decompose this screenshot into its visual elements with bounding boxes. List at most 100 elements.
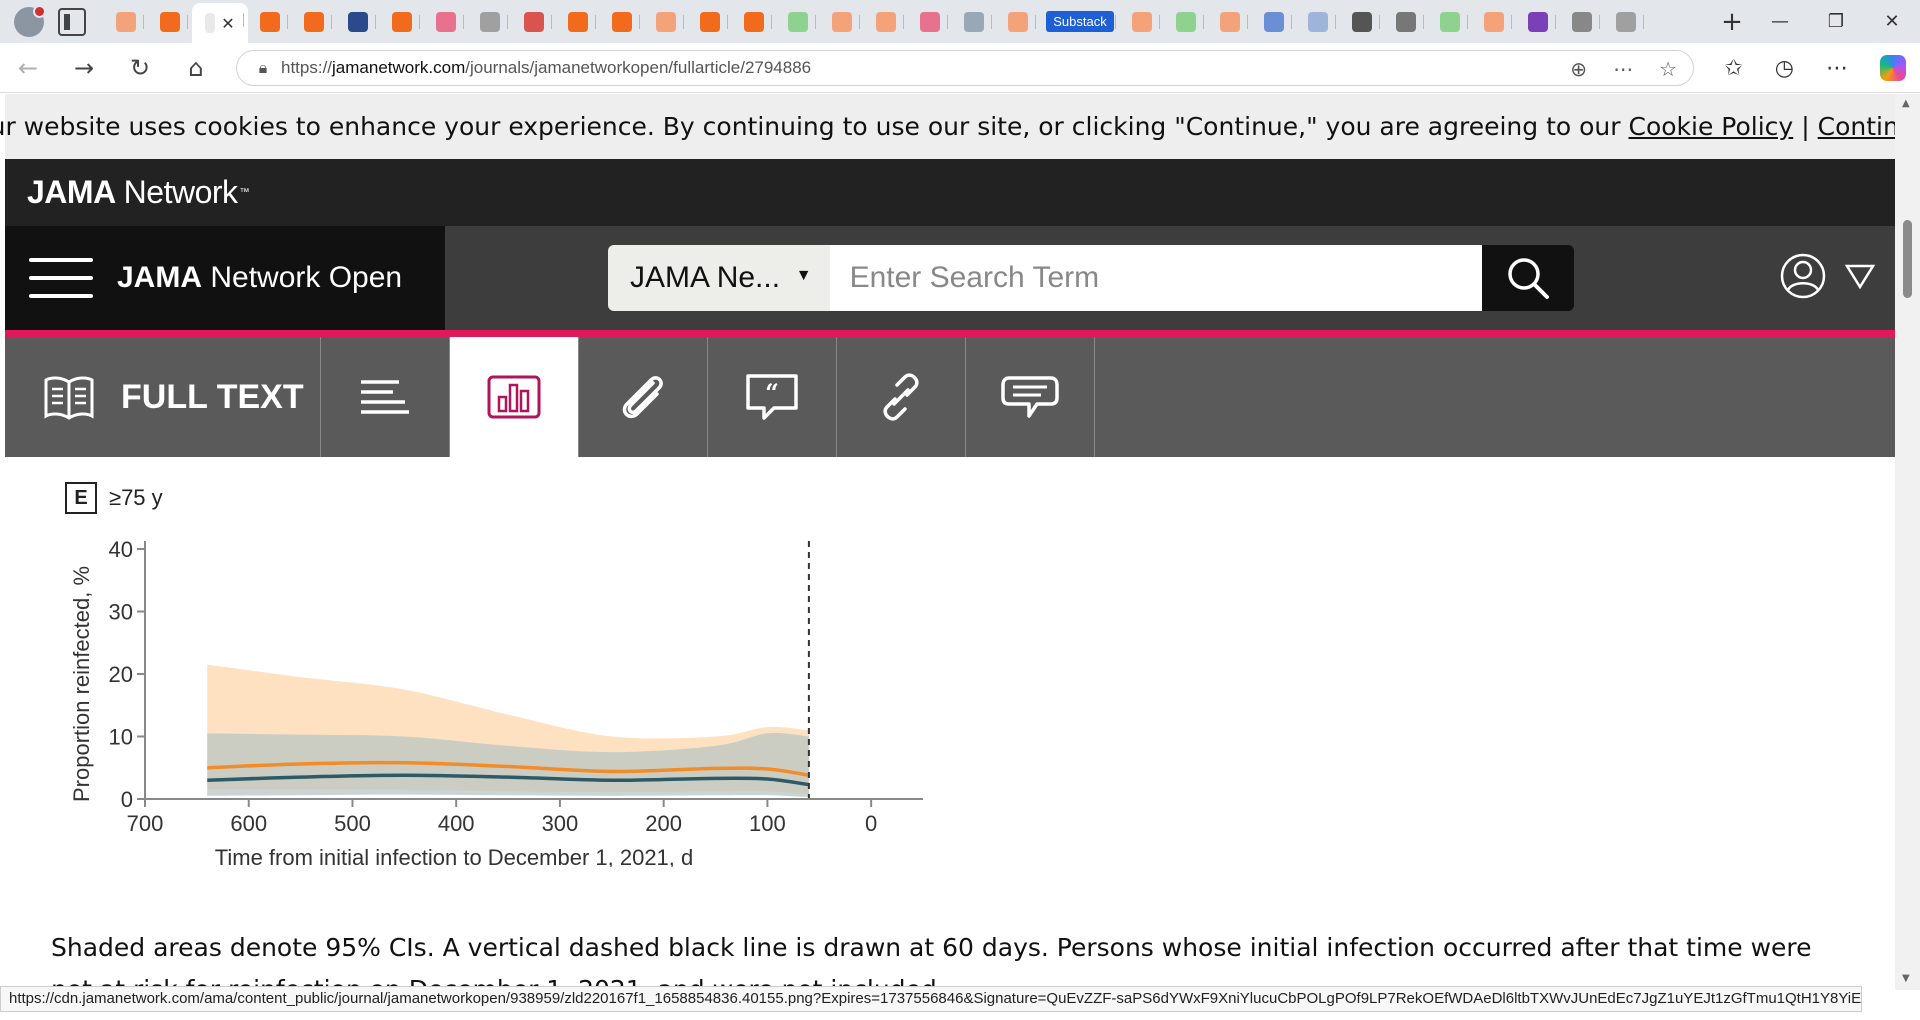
journal-nav: JAMA Network Open [5, 226, 445, 330]
browser-tab[interactable] [644, 5, 688, 39]
tab-favicon-icon [160, 11, 180, 32]
browser-tab[interactable] [732, 5, 776, 39]
browser-tab[interactable] [292, 5, 336, 39]
scroll-up-icon[interactable]: ▲ [1902, 98, 1910, 109]
user-menu[interactable] [1779, 252, 1875, 300]
forward-button[interactable]: → [56, 54, 112, 82]
search-input[interactable] [829, 245, 1483, 311]
browser-tab[interactable] [512, 5, 556, 39]
tab-favicon-icon [832, 11, 852, 32]
browser-tab[interactable] [1560, 5, 1604, 39]
favorites-icon[interactable]: ✩ [1724, 56, 1742, 81]
close-tab-icon[interactable]: ✕ [221, 14, 234, 33]
browser-tab[interactable] [908, 5, 952, 39]
journal-title[interactable]: JAMA Network Open [117, 261, 402, 295]
more-options-icon[interactable]: ⋯ [1826, 56, 1848, 81]
restore-icon[interactable]: ❐ [1808, 11, 1864, 32]
tab-favicon-icon [920, 11, 940, 32]
address-bar[interactable]: 🔒︎ https://jamanetwork.com/journals/jama… [236, 50, 1694, 86]
search-scope-select[interactable]: JAMA Ne... ▼ [608, 245, 830, 311]
browser-tab[interactable] [1120, 5, 1164, 39]
browser-tab[interactable] [1164, 5, 1208, 39]
figure-caption: Shaded areas denote 95% CIs. A vertical … [51, 933, 1812, 990]
browser-tab[interactable] [1340, 5, 1384, 39]
browser-tab[interactable] [424, 5, 468, 39]
back-button[interactable]: ← [0, 54, 56, 82]
tab-favicon-icon [1396, 11, 1416, 32]
cookie-policy-link[interactable]: Cookie Policy [1629, 112, 1794, 141]
home-button[interactable]: ⌂ [168, 54, 224, 82]
search-button[interactable] [1482, 245, 1574, 311]
browser-tab[interactable] [104, 5, 148, 39]
browser-tab[interactable] [1604, 5, 1648, 39]
browser-tab[interactable] [556, 5, 600, 39]
tab-comments[interactable] [966, 337, 1095, 457]
tab-favicon-icon [1528, 11, 1548, 32]
browser-tab[interactable] [1208, 5, 1252, 39]
zoom-icon[interactable]: ⊕ [1570, 57, 1587, 81]
article-toolbar: FULL TEXT “ [5, 337, 1895, 457]
browser-tab[interactable] [864, 5, 908, 39]
tab-favicon-icon [568, 11, 588, 32]
tab-favicon-icon [480, 11, 500, 32]
browser-tab-substack[interactable]: Substack [1040, 5, 1120, 39]
tab-favicon-icon [1132, 11, 1152, 32]
browser-tab-active[interactable]: ✕ [192, 3, 248, 43]
logo-bold-text: JAMA [27, 174, 116, 210]
browser-tab[interactable] [1296, 5, 1340, 39]
scrollbar-thumb[interactable] [1903, 220, 1912, 298]
x-tick-label: 500 [334, 811, 371, 836]
history-icon[interactable]: ◷ [1775, 56, 1794, 81]
minimize-icon[interactable]: — [1752, 11, 1808, 32]
user-account-icon[interactable] [1779, 252, 1827, 300]
browser-tab[interactable] [1428, 5, 1472, 39]
menu-hamburger-icon[interactable] [29, 258, 93, 298]
browser-tab[interactable] [1384, 5, 1428, 39]
cookie-separator: | [1801, 112, 1810, 141]
browser-tab[interactable] [688, 5, 732, 39]
tab-favicon-icon [1264, 11, 1284, 32]
tab-figures[interactable] [450, 337, 579, 457]
web-page: Our website uses cookies to enhance your… [0, 94, 1920, 990]
jama-network-logo[interactable]: JAMA Network ™ [5, 159, 1895, 226]
reader-icon[interactable]: ⋯ [1613, 57, 1633, 81]
reload-button[interactable]: ↻ [112, 54, 168, 82]
page-viewport: Our website uses cookies to enhance your… [0, 94, 1920, 990]
tab-outline[interactable] [321, 337, 450, 457]
browser-tab[interactable] [996, 5, 1040, 39]
tab-permissions[interactable] [837, 337, 966, 457]
user-menu-triangle-icon[interactable] [1845, 263, 1875, 289]
profile-avatar-icon[interactable] [14, 4, 46, 37]
reinfection-chart[interactable]: 0 10 20 30 40 700 600 500 400 300 200 100 0 Time from… [55, 517, 935, 867]
browser-tab[interactable] [952, 5, 996, 39]
browser-tab[interactable] [336, 5, 380, 39]
browser-tab[interactable] [1472, 5, 1516, 39]
copilot-icon[interactable] [1880, 55, 1906, 81]
tab-full-text[interactable]: FULL TEXT [5, 337, 321, 457]
browser-tab[interactable] [1516, 5, 1560, 39]
scroll-down-icon[interactable]: ▼ [1902, 973, 1910, 984]
browser-tab[interactable] [1252, 5, 1296, 39]
figure-panel: E ≥75 y 0 10 20 30 40 700 600 500 400 300 200 100 0 T… [5, 457, 1895, 990]
x-axis-label: Time from initial infection to December … [215, 845, 694, 867]
browser-tab[interactable] [776, 5, 820, 39]
browser-tab[interactable] [600, 5, 644, 39]
browser-tab[interactable] [468, 5, 512, 39]
window-close-icon[interactable]: ✕ [1864, 11, 1920, 32]
site-info-icon[interactable]: 🔒︎ [245, 58, 281, 78]
tab-supplemental[interactable] [579, 337, 708, 457]
search-icon [1508, 258, 1550, 299]
browser-tab[interactable] [148, 5, 192, 39]
tab-favicon-icon [1176, 11, 1196, 32]
browser-toolbar: ← → ↻ ⌂ 🔒︎ https://jamanetwork.com/journ… [0, 43, 1920, 93]
tab-actions-icon[interactable] [58, 7, 86, 36]
address-url[interactable]: https://jamanetwork.com/journals/jamanet… [281, 58, 811, 78]
favorite-star-icon[interactable]: ☆ [1659, 57, 1677, 81]
x-tick-label: 600 [230, 811, 267, 836]
browser-tab[interactable] [248, 5, 292, 39]
tab-cite[interactable]: “ [708, 337, 837, 457]
browser-tab[interactable] [380, 5, 424, 39]
new-tab-button[interactable]: + [1712, 7, 1752, 37]
browser-tab[interactable] [820, 5, 864, 39]
page-scrollbar[interactable]: ▲ ▼ [1895, 94, 1920, 990]
